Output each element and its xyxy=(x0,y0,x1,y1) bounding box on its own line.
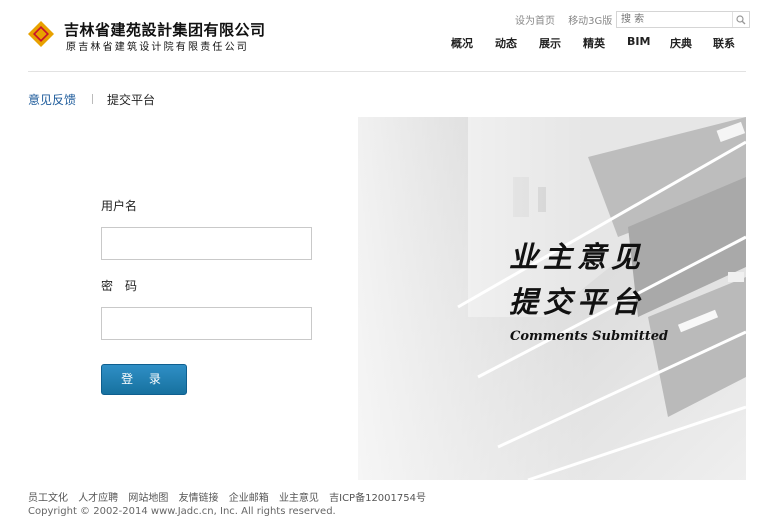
footer-link-friend-links[interactable]: 友情链接 xyxy=(179,493,219,504)
header-divider xyxy=(28,71,746,72)
nav-item-celebration[interactable]: 庆典 xyxy=(670,35,692,51)
login-button[interactable]: 登 录 xyxy=(101,364,187,395)
footer-link-staff-culture[interactable]: 员工文化 xyxy=(28,493,68,504)
nav-item-news[interactable]: 动态 xyxy=(495,35,517,51)
breadcrumb: 意见反馈 提交平台 xyxy=(28,91,155,108)
footer-link-sitemap[interactable]: 网站地图 xyxy=(128,493,168,504)
logo-emblem-icon xyxy=(28,21,54,47)
footer-link-careers[interactable]: 人才应聘 xyxy=(78,493,118,504)
search-icon[interactable] xyxy=(732,12,749,27)
nav-item-bim[interactable]: BIM xyxy=(627,35,650,48)
nav-item-overview[interactable]: 概况 xyxy=(451,35,473,51)
login-panel: 用户名 密 码 登 录 业主意见 提交平台 Comments Submitted xyxy=(28,117,746,480)
nav-item-elite[interactable]: 精英 xyxy=(583,35,605,51)
footer-icp-record[interactable]: 吉ICP备12001754号 xyxy=(329,493,426,504)
company-subtitle: 原吉林省建筑设计院有限责任公司 xyxy=(66,42,249,53)
set-homepage-link[interactable]: 设为首页 xyxy=(515,16,555,27)
magnifier-glyph xyxy=(736,15,746,25)
breadcrumb-separator xyxy=(92,94,93,104)
footer-link-email[interactable]: 企业邮箱 xyxy=(229,493,269,504)
footer-link-owner-feedback[interactable]: 业主意见 xyxy=(279,493,319,504)
footer-links: 员工文化 人才应聘 网站地图 友情链接 企业邮箱 业主意见 吉ICP备12001… xyxy=(28,489,433,504)
username-input[interactable] xyxy=(101,227,312,260)
mobile-version-link[interactable]: 移动3G版 xyxy=(568,16,612,27)
top-links: 设为首页 移动3G版 xyxy=(515,12,622,27)
copyright-text: Copyright © 2002-2014 www.Jadc.cn, Inc. … xyxy=(28,506,336,517)
username-label: 用户名 xyxy=(101,199,138,213)
search-input[interactable] xyxy=(617,12,731,27)
company-logo[interactable]: 吉林省建苑設計集团有限公司 原吉林省建筑设计院有限责任公司 xyxy=(28,18,278,54)
nav-item-contact[interactable]: 联系 xyxy=(713,35,735,51)
slogan-english: Comments Submitted xyxy=(510,329,669,344)
company-name: 吉林省建苑設計集团有限公司 xyxy=(64,21,266,39)
search-box xyxy=(616,11,750,28)
slogan-line-2: 提交平台 xyxy=(509,285,646,319)
breadcrumb-submit-platform[interactable]: 提交平台 xyxy=(107,91,155,108)
nav-item-showcase[interactable]: 展示 xyxy=(539,35,561,51)
password-input[interactable] xyxy=(101,307,312,340)
slogan-line-1: 业主意见 xyxy=(509,240,646,274)
breadcrumb-feedback[interactable]: 意见反馈 xyxy=(28,93,76,107)
password-label: 密 码 xyxy=(101,279,138,293)
